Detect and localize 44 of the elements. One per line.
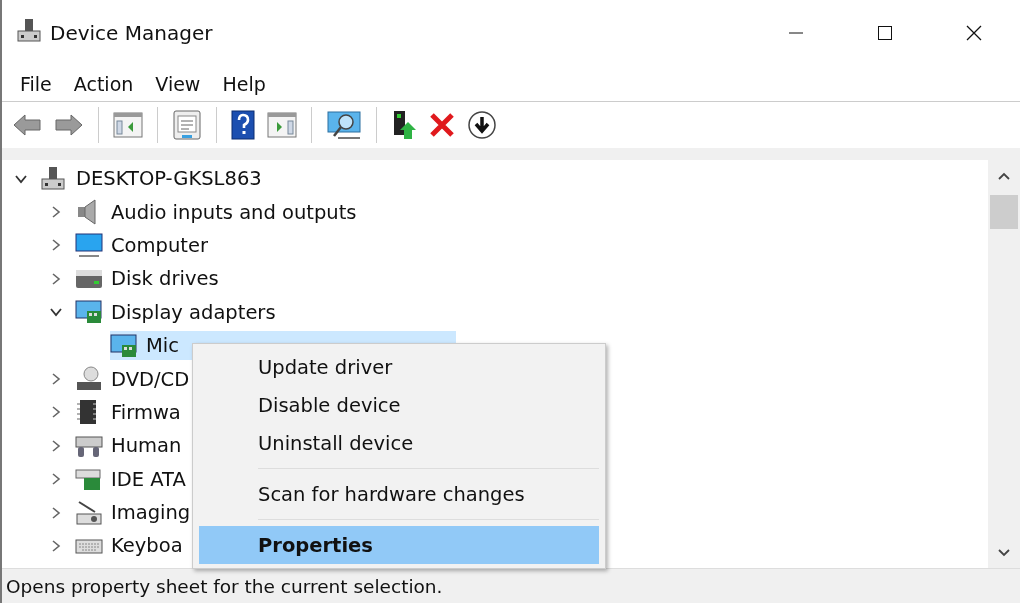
scanner-icon <box>75 499 103 526</box>
tree-item[interactable]: Audio inputs and outputs <box>75 197 363 227</box>
tree-item[interactable]: Computer <box>75 230 214 260</box>
tree-item[interactable]: DVD/CD <box>75 364 196 394</box>
app-icon <box>16 18 42 44</box>
display-adapter-icon <box>75 299 103 326</box>
close-icon[interactable] <box>966 25 982 41</box>
tree-item[interactable]: DESKTOP-GKSL863 <box>40 164 268 194</box>
menu-item[interactable]: Uninstall device <box>199 424 599 462</box>
help-icon[interactable] <box>231 110 255 140</box>
menu-item[interactable]: View <box>145 70 211 97</box>
menu-item[interactable]: Properties <box>199 526 599 564</box>
scroll-thumb[interactable] <box>990 195 1018 229</box>
computer-icon <box>40 165 68 192</box>
tree-item[interactable]: Keyboa <box>75 531 189 561</box>
tree-item[interactable]: IDE ATA <box>75 464 192 494</box>
pane-icon[interactable] <box>113 112 143 138</box>
menu-item[interactable]: File <box>10 70 62 97</box>
menu-item[interactable]: Help <box>212 70 276 97</box>
delete-icon[interactable] <box>429 112 455 138</box>
tree-item[interactable]: Firmwa <box>75 397 187 427</box>
window-title: Device Manager <box>50 21 213 45</box>
menu-item[interactable]: Disable device <box>199 386 599 424</box>
monitor-icon <box>75 232 103 259</box>
tree-item[interactable]: Display adapters <box>75 297 282 327</box>
menu-item[interactable]: Action <box>63 70 144 97</box>
display-adapter-icon <box>110 332 138 359</box>
disc-drive-icon <box>75 366 103 393</box>
menu-item[interactable]: Scan for hardware changes <box>199 475 599 513</box>
scroll-down-icon[interactable] <box>997 548 1011 558</box>
controller-icon <box>75 466 103 493</box>
status-text: Opens property sheet for the current selection. <box>6 575 443 597</box>
update-driver-icon[interactable] <box>391 110 417 140</box>
maximize-icon[interactable] <box>877 25 893 41</box>
tree-item[interactable]: Imaging <box>75 498 197 528</box>
tree-item[interactable]: Disk drives <box>75 264 225 294</box>
tree-item[interactable]: Human <box>75 431 188 461</box>
pane-icon[interactable] <box>267 112 297 138</box>
down-arrow-circle-icon[interactable] <box>467 110 497 140</box>
scroll-up-icon[interactable] <box>997 171 1011 181</box>
menu-item[interactable]: Update driver <box>199 348 599 386</box>
scrollbar[interactable] <box>988 160 1020 568</box>
monitor-search-icon[interactable] <box>326 110 362 140</box>
properties-sheet-icon[interactable] <box>172 110 202 140</box>
